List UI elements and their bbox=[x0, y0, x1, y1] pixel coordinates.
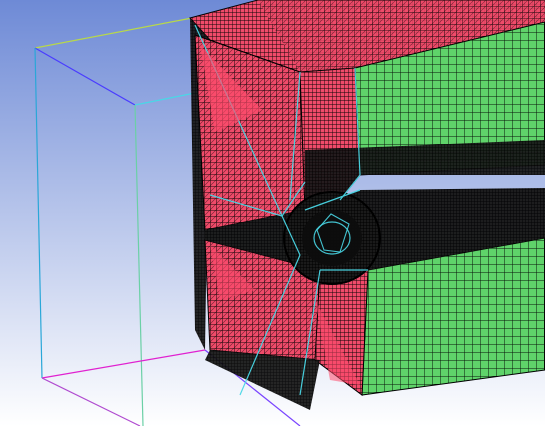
mesh-scene[interactable] bbox=[0, 0, 545, 426]
3d-graphics-viewport[interactable] bbox=[0, 0, 545, 426]
